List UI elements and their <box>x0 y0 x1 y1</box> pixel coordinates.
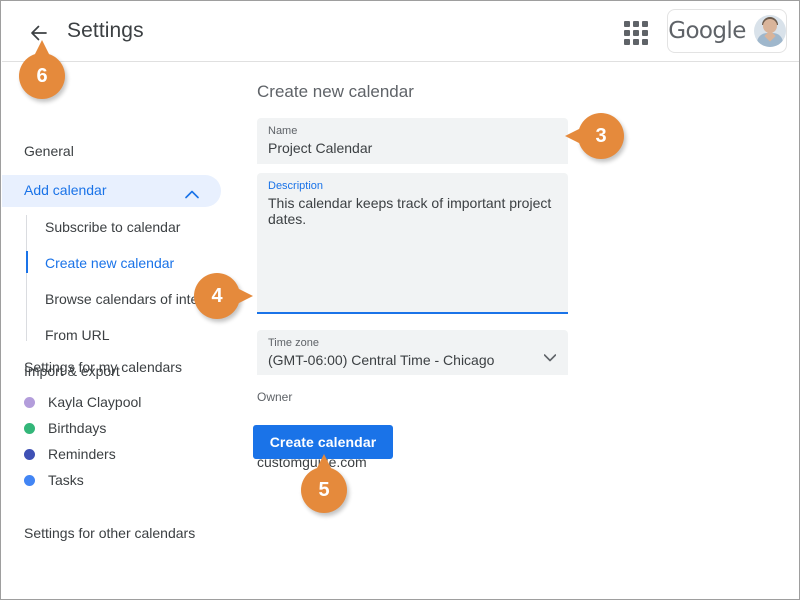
list-item[interactable]: Reminders <box>24 441 141 467</box>
description-field-label: Description <box>268 180 324 192</box>
sidebar-item-create-new-calendar[interactable]: Create new calendar <box>45 255 174 271</box>
settings-window: Settings Google General Add calendar Sub… <box>0 0 800 600</box>
calendar-color-dot <box>24 422 35 434</box>
sidebar-item-from-url[interactable]: From URL <box>45 327 110 343</box>
apps-grid-icon[interactable] <box>624 21 648 45</box>
owner-label: Owner <box>257 390 293 404</box>
sidebar-item-add-calendar-label: Add calendar <box>24 182 107 198</box>
list-item[interactable]: Kayla Claypool <box>24 389 141 415</box>
calendar-name: Kayla Claypool <box>48 394 142 410</box>
description-field[interactable]: Description This calendar keeps track of… <box>257 173 568 314</box>
settings-sidebar: General Add calendar Subscribe to calend… <box>2 63 246 599</box>
callout-badge-number: 6 <box>36 64 48 87</box>
calendar-color-dot <box>24 448 35 460</box>
callout-badge-number: 5 <box>318 478 330 501</box>
create-calendar-panel: Create new calendar Name Project Calenda… <box>246 63 799 599</box>
timezone-field-value: (GMT-06:00) Central Time - Chicago <box>268 352 495 368</box>
calendar-name: Tasks <box>48 472 84 488</box>
name-field[interactable]: Name Project Calendar <box>257 118 568 164</box>
description-field-value: This calendar keeps track of important p… <box>268 195 552 227</box>
google-account-chip[interactable]: Google <box>667 9 787 53</box>
dropdown-caret-icon[interactable] <box>543 349 557 367</box>
callout-badge-number: 4 <box>211 284 223 307</box>
avatar[interactable] <box>753 15 786 47</box>
page-title: Settings <box>67 19 144 42</box>
sidebar-heading-other-calendars: Settings for other calendars <box>24 525 196 541</box>
calendar-color-dot <box>24 396 35 408</box>
calendar-name: Birthdays <box>48 420 107 436</box>
sidebar-heading-my-calendars: Settings for my calendars <box>24 359 182 375</box>
sidebar-item-subscribe-to-calendar[interactable]: Subscribe to calendar <box>45 219 180 235</box>
sidebar-subnav-rail <box>26 215 27 341</box>
calendar-color-dot <box>24 474 35 486</box>
timezone-field-label: Time zone <box>268 337 319 349</box>
sidebar-subnav-active-marker <box>26 251 28 273</box>
callout-badge-6: 6 <box>19 40 65 99</box>
sidebar-item-general[interactable]: General <box>24 143 74 159</box>
calendar-name: Reminders <box>48 446 116 462</box>
panel-title: Create new calendar <box>257 82 414 101</box>
timezone-select[interactable]: Time zone (GMT-06:00) Central Time - Chi… <box>257 330 568 375</box>
name-field-label: Name <box>268 125 298 137</box>
callout-badge-4: 4 <box>194 273 253 319</box>
callout-badge-number: 3 <box>595 124 607 147</box>
app-header: Settings Google <box>2 2 799 62</box>
callout-badge-5: 5 <box>301 454 347 513</box>
sidebar-item-add-calendar[interactable]: Add calendar <box>2 175 221 207</box>
my-calendars-list: Kayla Claypool Birthdays Reminders Tasks <box>24 389 141 493</box>
callout-badge-3: 3 <box>565 113 624 159</box>
google-wordmark: Google <box>668 17 746 44</box>
list-item[interactable]: Birthdays <box>24 415 141 441</box>
name-field-value: Project Calendar <box>268 140 373 156</box>
chevron-up-icon[interactable] <box>185 186 199 204</box>
list-item[interactable]: Tasks <box>24 467 141 493</box>
